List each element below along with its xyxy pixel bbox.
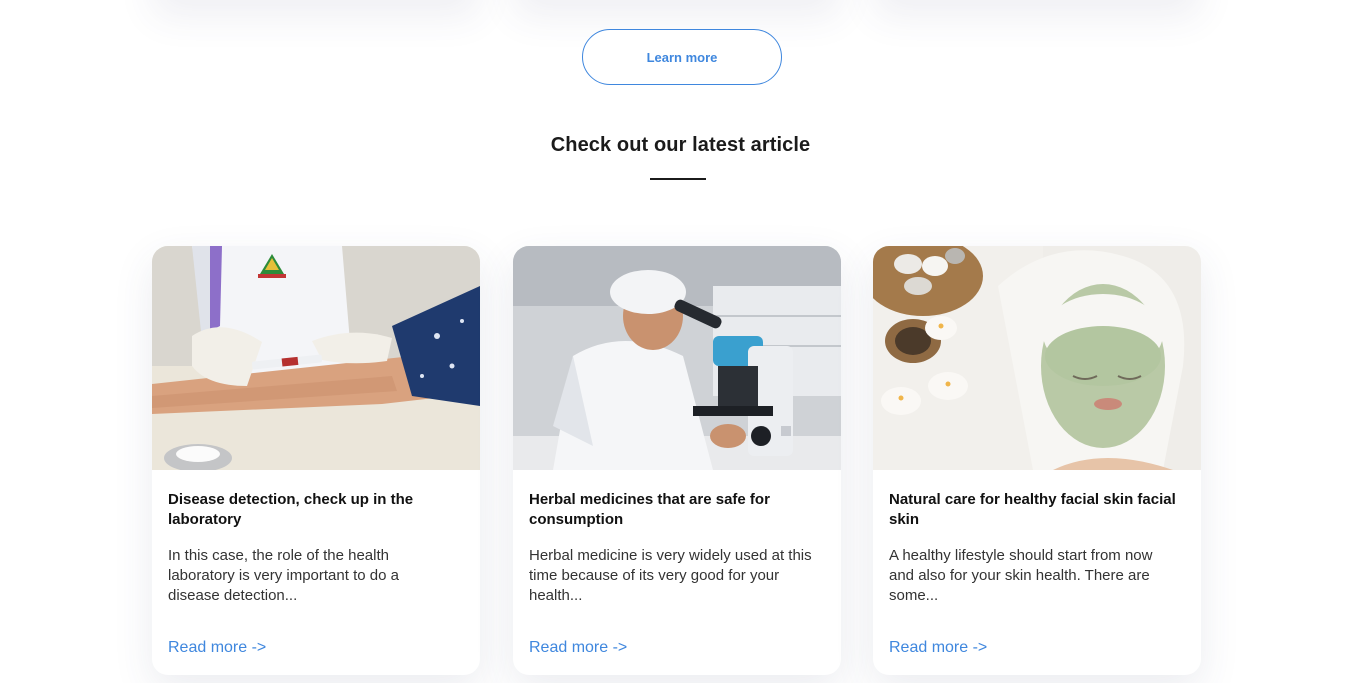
facial-mask-spa-image bbox=[873, 246, 1201, 470]
article-excerpt: A healthy lifestyle should start from no… bbox=[889, 547, 1153, 604]
article-card[interactable]: Disease detection, check up in the labor… bbox=[152, 246, 480, 675]
title-underline bbox=[650, 178, 706, 180]
learn-more-button[interactable]: Learn more bbox=[582, 29, 782, 85]
article-excerpt: Herbal medicine is very widely used at t… bbox=[529, 547, 812, 604]
read-more-link[interactable]: Read more -> bbox=[529, 639, 627, 657]
read-more-link[interactable]: Read more -> bbox=[168, 639, 266, 657]
article-title[interactable]: Herbal medicines that are safe for consu… bbox=[529, 490, 825, 530]
article-card[interactable]: Herbal medicines that are safe for consu… bbox=[513, 246, 841, 675]
lab-blood-test-image bbox=[152, 246, 480, 470]
article-excerpt: In this case, the role of the health lab… bbox=[168, 547, 399, 604]
article-title[interactable]: Natural care for healthy facial skin fac… bbox=[889, 490, 1185, 530]
section-title: Check out our latest article bbox=[550, 134, 811, 156]
read-more-link[interactable]: Read more -> bbox=[889, 639, 987, 657]
microscope-researcher-image bbox=[513, 246, 841, 470]
article-title[interactable]: Disease detection, check up in the labor… bbox=[168, 490, 464, 530]
article-card[interactable]: Natural care for healthy facial skin fac… bbox=[873, 246, 1201, 675]
